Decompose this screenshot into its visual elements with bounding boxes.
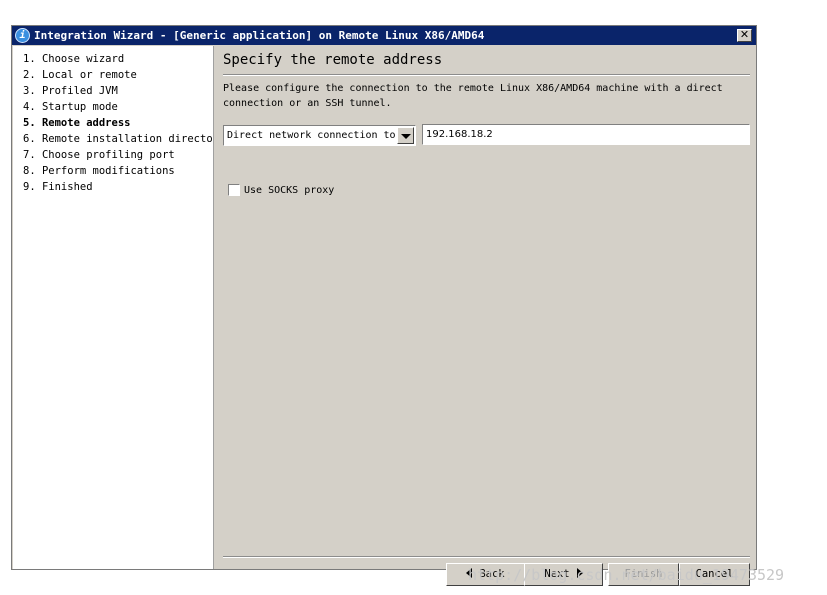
watermark-text: http://blog.csdn.net/baidu_19473529 bbox=[468, 566, 785, 584]
step-local-or-remote: 2. Local or remote bbox=[23, 69, 137, 81]
connection-type-value: Direct network connection to bbox=[227, 130, 396, 141]
chevron-down-icon[interactable] bbox=[397, 127, 414, 144]
socks-proxy-checkbox[interactable] bbox=[228, 184, 240, 196]
wizard-content: Specify the remote address Please config… bbox=[223, 46, 756, 586]
socks-proxy-label[interactable]: Use SOCKS proxy bbox=[244, 185, 334, 196]
button-divider bbox=[223, 556, 750, 558]
window-title: Integration Wizard - [Generic applicatio… bbox=[34, 29, 485, 42]
remote-address-input[interactable]: 192.168.18.2 bbox=[422, 124, 750, 145]
wizard-steps-panel: 1. Choose wizard 2. Local or remote 3. P… bbox=[13, 46, 214, 569]
step-perform-modifications: 8. Perform modifications bbox=[23, 165, 175, 177]
page-title: Specify the remote address bbox=[223, 52, 443, 68]
title-bar[interactable]: i Integration Wizard - [Generic applicat… bbox=[12, 26, 756, 45]
heading-divider bbox=[223, 74, 750, 76]
app-icon: i bbox=[15, 28, 30, 43]
step-remote-address: 5. Remote address bbox=[23, 117, 131, 129]
step-profiled-jvm: 3. Profiled JVM bbox=[23, 85, 118, 97]
step-startup-mode: 4. Startup mode bbox=[23, 101, 118, 113]
step-choose-wizard: 1. Choose wizard bbox=[23, 53, 125, 65]
close-button[interactable]: ✕ bbox=[737, 29, 752, 42]
integration-wizard-window: i Integration Wizard - [Generic applicat… bbox=[11, 25, 757, 586]
step-choose-profiling-port: 7. Choose profiling port bbox=[23, 149, 175, 161]
step-remote-installation-directory: 6. Remote installation directory bbox=[23, 133, 214, 145]
step-finished: 9. Finished bbox=[23, 181, 93, 193]
remote-address-value: 192.168.18.2 bbox=[426, 129, 493, 140]
page-description: Please configure the connection to the r… bbox=[223, 83, 723, 109]
connection-type-select[interactable]: Direct network connection to bbox=[223, 125, 416, 146]
